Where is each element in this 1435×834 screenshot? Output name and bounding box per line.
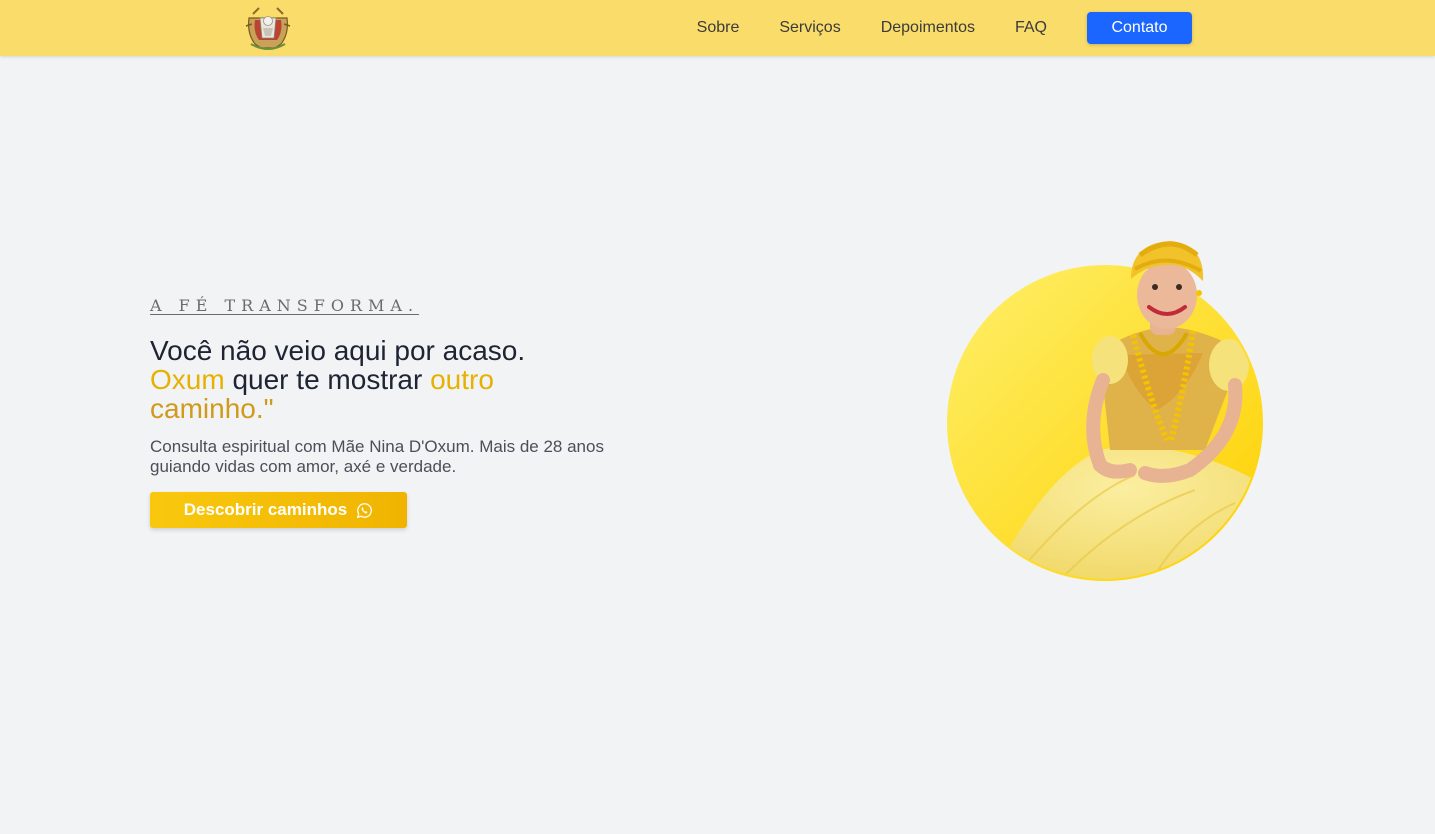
main-nav: Sobre Serviços Depoimentos FAQ Contato [697,12,1192,44]
whatsapp-icon [357,502,373,518]
headline-line1: Você não veio aqui por acaso. [150,335,526,366]
hero-eyebrow: A FÉ TRANSFORMA. [150,296,420,315]
nav-link-sobre[interactable]: Sobre [697,12,740,44]
coat-of-arms-logo[interactable] [243,4,293,52]
discover-paths-button[interactable]: Descobrir caminhos [150,492,407,528]
nav-link-faq[interactable]: FAQ [1015,12,1047,44]
headline-middle: quer te mostrar [224,364,431,395]
headline-caminho: caminho." [150,393,274,424]
hero-headline: Você não veio aqui por acaso. Oxum quer … [150,336,630,423]
headline-oxum: Oxum [150,364,225,395]
nav-link-servicos[interactable]: Serviços [779,12,840,44]
portrait-woman-yellow-dress [947,241,1263,581]
contact-button[interactable]: Contato [1087,12,1192,44]
site-header: Sobre Serviços Depoimentos FAQ Contato [0,0,1435,56]
headline-outro: outro [430,364,494,395]
hero-subtitle: Consulta espiritual com Mãe Nina D'Oxum.… [150,437,604,476]
cta-label: Descobrir caminhos [183,500,348,519]
nav-link-depoimentos[interactable]: Depoimentos [881,12,975,44]
